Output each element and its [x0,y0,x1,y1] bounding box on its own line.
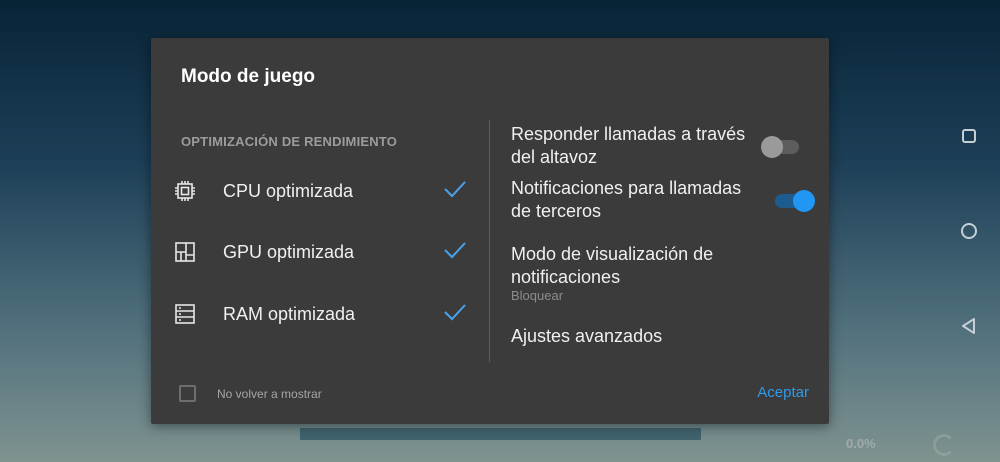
dialog-title: Modo de juego [181,66,316,87]
cpu-chip-icon [173,179,197,203]
advanced-settings-link[interactable]: Ajustes avanzados [511,325,747,348]
optimization-item-cpu: CPU optimizada [173,171,473,211]
accept-button[interactable]: Aceptar [757,384,809,401]
column-divider [489,120,490,362]
optimization-label: GPU optimizada [223,241,355,262]
notification-display-mode-value: Bloquear [511,288,564,303]
notification-display-mode-label[interactable]: Modo de visualización de notificaciones [511,243,747,289]
checkmark-icon [443,180,467,203]
background-percent-text: 0.0% [846,436,876,451]
section-header: OPTIMIZACIÓN DE RENDIMIENTO [181,134,398,149]
checkmark-icon [443,303,467,326]
toggle-thumb [793,190,815,212]
gpu-icon [173,240,197,264]
background-progress-bar [300,428,701,440]
back-triangle-icon[interactable] [958,315,980,337]
home-circle-icon[interactable] [958,220,980,242]
background-loading-icon [933,434,955,456]
dont-show-again-checkbox[interactable] [179,385,196,402]
third-party-notifications-toggle[interactable] [771,188,815,212]
speaker-answer-label[interactable]: Responder llamadas a través del altavoz [511,123,747,169]
toggle-thumb [761,136,783,158]
ram-icon [173,302,197,326]
optimization-item-ram: RAM optimizada [173,294,473,334]
game-mode-dialog: Modo de juego OPTIMIZACIÓN DE RENDIMIENT… [151,38,829,424]
optimization-item-gpu: GPU optimizada [173,232,473,272]
checkmark-icon [443,241,467,264]
recents-square-icon[interactable] [958,125,980,147]
dont-show-again-label: No volver a mostrar [217,387,322,401]
optimization-label: RAM optimizada [223,303,356,324]
speaker-answer-toggle[interactable] [761,134,801,158]
optimization-label: CPU optimizada [223,180,354,201]
third-party-notifications-label[interactable]: Notificaciones para llamadas de terceros [511,177,747,223]
